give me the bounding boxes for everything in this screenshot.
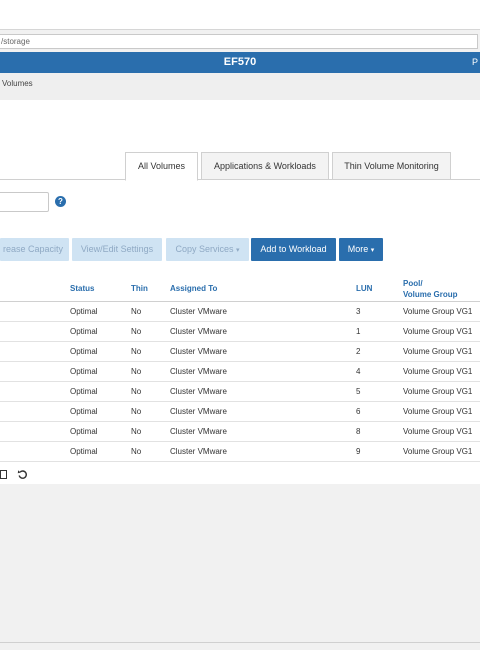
cell-thin: No bbox=[131, 307, 142, 316]
table-row[interactable]: Optimal No Cluster VMware 1 Volume Group… bbox=[0, 322, 480, 342]
breadcrumb[interactable]: Volumes bbox=[2, 79, 33, 88]
cell-pool: Volume Group VG1 bbox=[403, 367, 473, 376]
column-header-pool-line2: Volume Group bbox=[403, 290, 458, 299]
more-button[interactable]: More ▾ bbox=[339, 238, 383, 261]
cell-lun: 4 bbox=[356, 367, 361, 376]
cell-pool: Volume Group VG1 bbox=[403, 347, 473, 356]
table-row[interactable]: Optimal No Cluster VMware 8 Volume Group… bbox=[0, 422, 480, 442]
cell-assigned-to: Cluster VMware bbox=[170, 427, 227, 436]
cell-pool: Volume Group VG1 bbox=[403, 407, 473, 416]
cell-status: Optimal bbox=[70, 427, 98, 436]
increase-capacity-button[interactable]: rease Capacity bbox=[0, 238, 69, 261]
cell-pool: Volume Group VG1 bbox=[403, 447, 473, 456]
cell-assigned-to: Cluster VMware bbox=[170, 407, 227, 416]
cell-thin: No bbox=[131, 447, 142, 456]
header-right-text[interactable]: P bbox=[472, 52, 478, 73]
cell-lun: 3 bbox=[356, 307, 361, 316]
cell-assigned-to: Cluster VMware bbox=[170, 447, 227, 456]
table-row[interactable]: Optimal No Cluster VMware 2 Volume Group… bbox=[0, 342, 480, 362]
table-footer-icons bbox=[0, 468, 28, 480]
refresh-icon[interactable] bbox=[17, 469, 28, 480]
more-label: More bbox=[347, 244, 369, 254]
cell-status: Optimal bbox=[70, 407, 98, 416]
cell-lun: 2 bbox=[356, 347, 361, 356]
copy-services-button[interactable]: Copy Services ▾ bbox=[166, 238, 249, 261]
main-content: All Volumes Applications & Workloads Thi… bbox=[0, 100, 480, 484]
column-header-lun[interactable]: LUN bbox=[356, 283, 372, 294]
cell-thin: No bbox=[131, 407, 142, 416]
tab-all-volumes[interactable]: All Volumes bbox=[125, 152, 198, 181]
view-edit-settings-button[interactable]: View/Edit Settings bbox=[72, 238, 162, 261]
cell-lun: 9 bbox=[356, 447, 361, 456]
cell-lun: 6 bbox=[356, 407, 361, 416]
cell-status: Optimal bbox=[70, 347, 98, 356]
tab-bar: All Volumes Applications & Workloads Thi… bbox=[0, 152, 480, 181]
cell-thin: No bbox=[131, 427, 142, 436]
cell-assigned-to: Cluster VMware bbox=[170, 387, 227, 396]
app-title: EF570 bbox=[223, 56, 257, 68]
copy-services-label: Copy Services bbox=[175, 244, 234, 254]
add-to-workload-button[interactable]: Add to Workload bbox=[251, 238, 336, 261]
filter-input[interactable] bbox=[0, 192, 49, 212]
cell-status: Optimal bbox=[70, 307, 98, 316]
column-header-assigned-to[interactable]: Assigned To bbox=[170, 283, 217, 294]
table-row[interactable]: Optimal No Cluster VMware 5 Volume Group… bbox=[0, 382, 480, 402]
cell-assigned-to: Cluster VMware bbox=[170, 307, 227, 316]
app-header: EF570 P bbox=[0, 52, 480, 73]
cell-assigned-to: Cluster VMware bbox=[170, 347, 227, 356]
chevron-down-icon: ▾ bbox=[236, 247, 240, 254]
help-icon[interactable]: ? bbox=[55, 196, 66, 207]
table-header: Status Thin Assigned To LUN Pool/ Volume… bbox=[0, 276, 480, 302]
cell-pool: Volume Group VG1 bbox=[403, 307, 473, 316]
column-header-pool-line1: Pool/ bbox=[403, 279, 423, 288]
cell-status: Optimal bbox=[70, 447, 98, 456]
cell-assigned-to: Cluster VMware bbox=[170, 327, 227, 336]
browser-toolbar bbox=[0, 0, 480, 30]
address-bar[interactable]: /storage bbox=[0, 34, 478, 49]
cell-thin: No bbox=[131, 347, 142, 356]
breadcrumb-bar: Volumes bbox=[0, 73, 480, 100]
cell-thin: No bbox=[131, 387, 142, 396]
column-header-pool[interactable]: Pool/ Volume Group bbox=[403, 278, 458, 300]
tab-thin-volume-monitoring[interactable]: Thin Volume Monitoring bbox=[332, 152, 451, 180]
cell-pool: Volume Group VG1 bbox=[403, 327, 473, 336]
bottom-divider bbox=[0, 642, 480, 643]
table-row[interactable]: Optimal No Cluster VMware 9 Volume Group… bbox=[0, 442, 480, 462]
table-row[interactable]: Optimal No Cluster VMware 6 Volume Group… bbox=[0, 402, 480, 422]
cell-lun: 5 bbox=[356, 387, 361, 396]
cell-thin: No bbox=[131, 367, 142, 376]
cell-pool: Volume Group VG1 bbox=[403, 387, 473, 396]
cell-pool: Volume Group VG1 bbox=[403, 427, 473, 436]
cell-status: Optimal bbox=[70, 387, 98, 396]
cell-lun: 1 bbox=[356, 327, 361, 336]
cell-status: Optimal bbox=[70, 327, 98, 336]
cell-thin: No bbox=[131, 327, 142, 336]
tab-applications-workloads[interactable]: Applications & Workloads bbox=[201, 152, 329, 180]
table-row[interactable]: Optimal No Cluster VMware 4 Volume Group… bbox=[0, 362, 480, 382]
table-row[interactable]: Optimal No Cluster VMware 3 Volume Group… bbox=[0, 302, 480, 322]
cell-status: Optimal bbox=[70, 367, 98, 376]
chevron-down-icon: ▾ bbox=[370, 247, 375, 254]
cell-assigned-to: Cluster VMware bbox=[170, 367, 227, 376]
column-header-thin[interactable]: Thin bbox=[131, 283, 148, 294]
column-header-status[interactable]: Status bbox=[70, 283, 94, 294]
column-settings-icon[interactable] bbox=[0, 469, 8, 480]
cell-lun: 8 bbox=[356, 427, 361, 436]
